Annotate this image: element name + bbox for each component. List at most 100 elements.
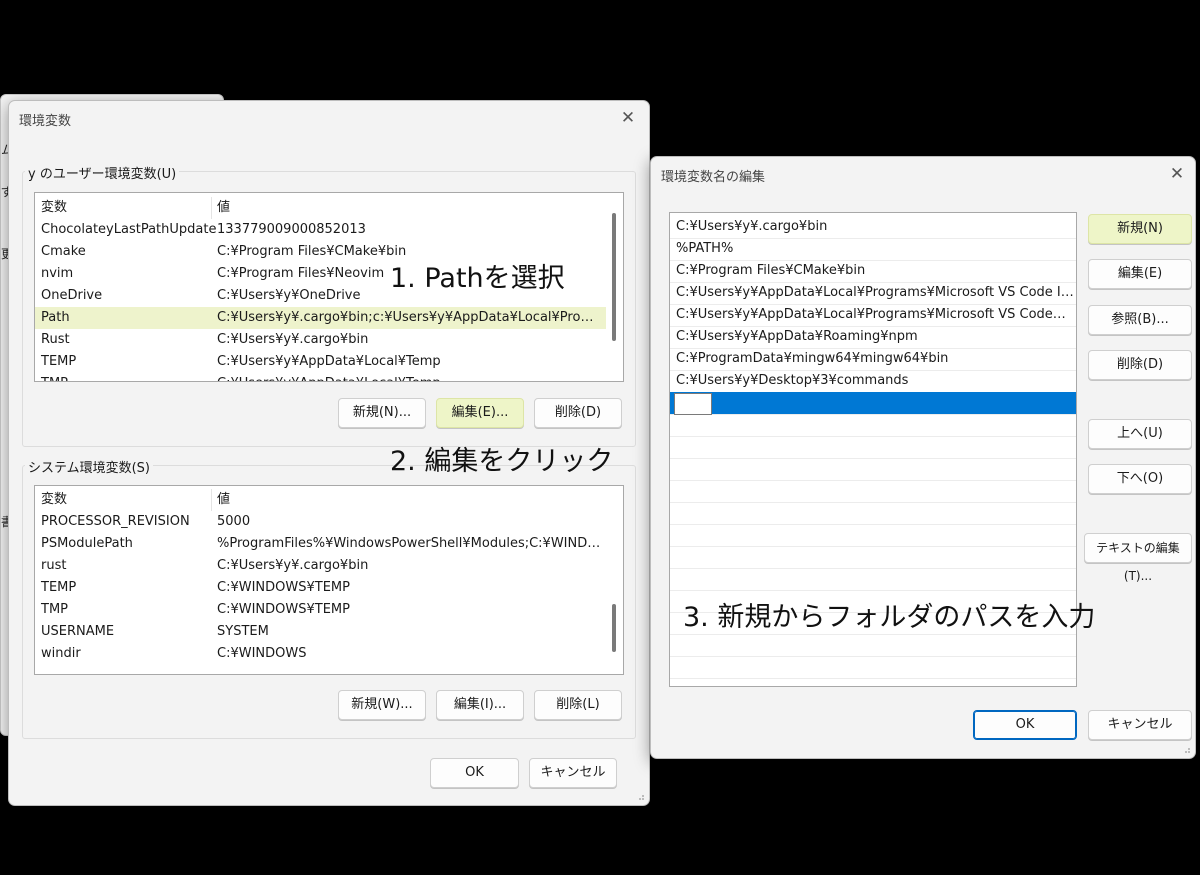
step2-annotation: 2. 編集をクリック (390, 446, 614, 477)
table-row[interactable]: TMP C:¥WINDOWS¥TEMP (35, 599, 623, 621)
variable-name: ChocolateyLastPathUpdate (41, 222, 217, 237)
title-bar: 環境変数名の編集 ✕ (651, 157, 1195, 191)
list-item-empty (670, 436, 1076, 459)
browse-button[interactable]: 参照(B)... (1088, 305, 1192, 335)
variable-value: 133779009000852013 (217, 222, 366, 237)
resize-grip-icon[interactable] (1181, 744, 1191, 754)
resize-grip-icon[interactable] (635, 791, 645, 801)
system-new-button[interactable]: 新規(W)... (338, 690, 426, 720)
scrollbar-thumb[interactable] (612, 213, 616, 341)
table-row[interactable]: TMP C:¥Users¥y¥AppData¥Local¥Temp (35, 373, 623, 381)
variable-name: TMP (41, 373, 68, 381)
variable-name: Rust (41, 332, 70, 347)
step1-annotation: 1. Pathを選択 (390, 263, 565, 294)
column-header-variable[interactable]: 変数 (41, 489, 67, 511)
variable-name: rust (41, 558, 67, 573)
path-entry-text: C:¥Users¥y¥Desktop¥3¥commands (676, 373, 909, 388)
system-edit-button[interactable]: 編集(I)... (436, 690, 524, 720)
variable-name: nvim (41, 266, 74, 281)
variable-name: OneDrive (41, 288, 103, 303)
cancel-button[interactable]: キャンセル (529, 758, 617, 788)
list-item-empty (670, 656, 1076, 679)
table-row[interactable]: PROCESSOR_REVISION 5000 (35, 511, 623, 533)
table-row[interactable]: Rust C:¥Users¥y¥.cargo¥bin (35, 329, 623, 351)
system-delete-button[interactable]: 削除(L) (534, 690, 622, 720)
dialog-title: 環境変数 (19, 114, 72, 129)
variable-value: C:¥Users¥y¥AppData¥Local¥Temp (217, 373, 601, 381)
list-item[interactable]: C:¥ProgramData¥mingw64¥mingw64¥bin (670, 348, 1076, 371)
move-up-button[interactable]: 上へ(U) (1088, 419, 1192, 449)
new-path-input[interactable] (674, 393, 712, 415)
list-item-empty (670, 568, 1076, 591)
list-item[interactable]: C:¥Users¥y¥.cargo¥bin (670, 216, 1076, 239)
close-icon[interactable]: ✕ (1165, 162, 1189, 186)
variable-name: PSModulePath (41, 536, 133, 551)
table-row[interactable]: rust C:¥Users¥y¥.cargo¥bin (35, 555, 623, 577)
user-edit-button[interactable]: 編集(E)... (436, 398, 524, 428)
delete-entry-button[interactable]: 削除(D) (1088, 350, 1192, 380)
list-item-empty (670, 502, 1076, 525)
step3-annotation: 3. 新規からフォルダのパスを入力 (683, 602, 1096, 633)
variable-value: 5000 (217, 514, 251, 529)
title-bar: 環境変数 ✕ (9, 101, 649, 135)
variable-value: SYSTEM (217, 624, 269, 639)
user-delete-button[interactable]: 削除(D) (534, 398, 622, 428)
ok-button[interactable]: OK (973, 710, 1077, 740)
variable-name: TEMP (41, 354, 77, 369)
path-entry-text: C:¥Users¥y¥AppData¥Local¥Programs¥Micros… (676, 307, 1074, 322)
list-item[interactable]: %PATH% (670, 238, 1076, 261)
variable-value: C:¥WINDOWS¥TEMP (217, 602, 350, 617)
list-item-empty (670, 524, 1076, 547)
table-row[interactable]: TEMP C:¥WINDOWS¥TEMP (35, 577, 623, 599)
edit-text-button[interactable]: テキストの編集(T)... (1084, 533, 1192, 583)
table-row-path-selected[interactable]: Path C:¥Users¥y¥.cargo¥bin;c:¥Users¥y¥App… (35, 307, 623, 329)
list-item[interactable]: C:¥Users¥y¥Desktop¥3¥commands (670, 370, 1076, 393)
list-item-empty (670, 414, 1076, 437)
table-row[interactable]: TEMP C:¥Users¥y¥AppData¥Local¥Temp (35, 351, 623, 373)
column-header-value[interactable]: 値 (217, 489, 601, 511)
list-item-new-selected[interactable] (670, 392, 1076, 415)
variable-value: C:¥Users¥y¥.cargo¥bin (217, 332, 369, 347)
variable-value: C:¥Users¥y¥.cargo¥bin (217, 558, 369, 573)
variable-name: Cmake (41, 244, 86, 259)
user-new-button[interactable]: 新規(N)... (338, 398, 426, 428)
column-header-value[interactable]: 値 (217, 197, 601, 219)
list-item[interactable]: C:¥Program Files¥CMake¥bin (670, 260, 1076, 283)
list-item[interactable]: C:¥Users¥y¥AppData¥Roaming¥npm (670, 326, 1076, 349)
variable-value: C:¥WINDOWS¥TEMP (217, 580, 350, 595)
variable-name: windir (41, 646, 81, 661)
column-header-variable[interactable]: 変数 (41, 197, 67, 219)
move-down-button[interactable]: 下へ(O) (1088, 464, 1192, 494)
path-entry-text: C:¥Program Files¥CMake¥bin (676, 263, 866, 278)
path-entry-text: C:¥Users¥y¥.cargo¥bin (676, 219, 828, 234)
table-row[interactable]: USERNAME SYSTEM (35, 621, 623, 643)
user-variables-label: y のユーザー環境変数(U) (25, 163, 180, 182)
path-entry-text: C:¥Users¥y¥AppData¥Roaming¥npm (676, 329, 918, 344)
scrollbar-thumb[interactable] (612, 604, 616, 652)
list-item-empty (670, 480, 1076, 503)
list-item[interactable]: C:¥Users¥y¥AppData¥Local¥Programs¥Micros… (670, 304, 1076, 327)
path-entry-text: C:¥ProgramData¥mingw64¥mingw64¥bin (676, 351, 949, 366)
table-row[interactable]: PSModulePath %ProgramFiles%¥WindowsPowerS… (35, 533, 623, 555)
variable-value: C:¥Users¥y¥AppData¥Local¥Temp (217, 354, 441, 369)
system-variables-list[interactable]: 変数 値 PROCESSOR_REVISION 5000 PSModulePath… (34, 485, 624, 675)
close-icon[interactable]: ✕ (616, 106, 640, 130)
path-entry-text: %PATH% (676, 241, 734, 256)
variable-name: USERNAME (41, 624, 115, 639)
path-entry-text: C:¥Users¥y¥AppData¥Local¥Programs¥Micros… (676, 285, 1074, 300)
edit-env-var-dialog: 環境変数名の編集 ✕ C:¥Users¥y¥.cargo¥bin %PATH% … (650, 156, 1196, 759)
variable-name: TMP (41, 602, 68, 617)
user-list-scrollbar[interactable] (606, 193, 623, 381)
list-item[interactable]: C:¥Users¥y¥AppData¥Local¥Programs¥Micros… (670, 282, 1076, 305)
ok-button[interactable]: OK (430, 758, 519, 788)
variable-value: %ProgramFiles%¥WindowsPowerShell¥Modules… (217, 536, 601, 551)
table-row[interactable]: ChocolateyLastPathUpdate 1337790090008520… (35, 219, 623, 241)
system-list-scrollbar[interactable] (606, 486, 623, 674)
edit-entry-button[interactable]: 編集(E) (1088, 259, 1192, 289)
table-row[interactable]: windir C:¥WINDOWS (35, 643, 623, 665)
system-variables-label: システム環境変数(S) (25, 457, 154, 476)
dialog-title: 環境変数名の編集 (661, 170, 766, 185)
cancel-button[interactable]: キャンセル (1088, 710, 1192, 740)
new-entry-button[interactable]: 新規(N) (1088, 214, 1192, 244)
list-item-empty (670, 546, 1076, 569)
